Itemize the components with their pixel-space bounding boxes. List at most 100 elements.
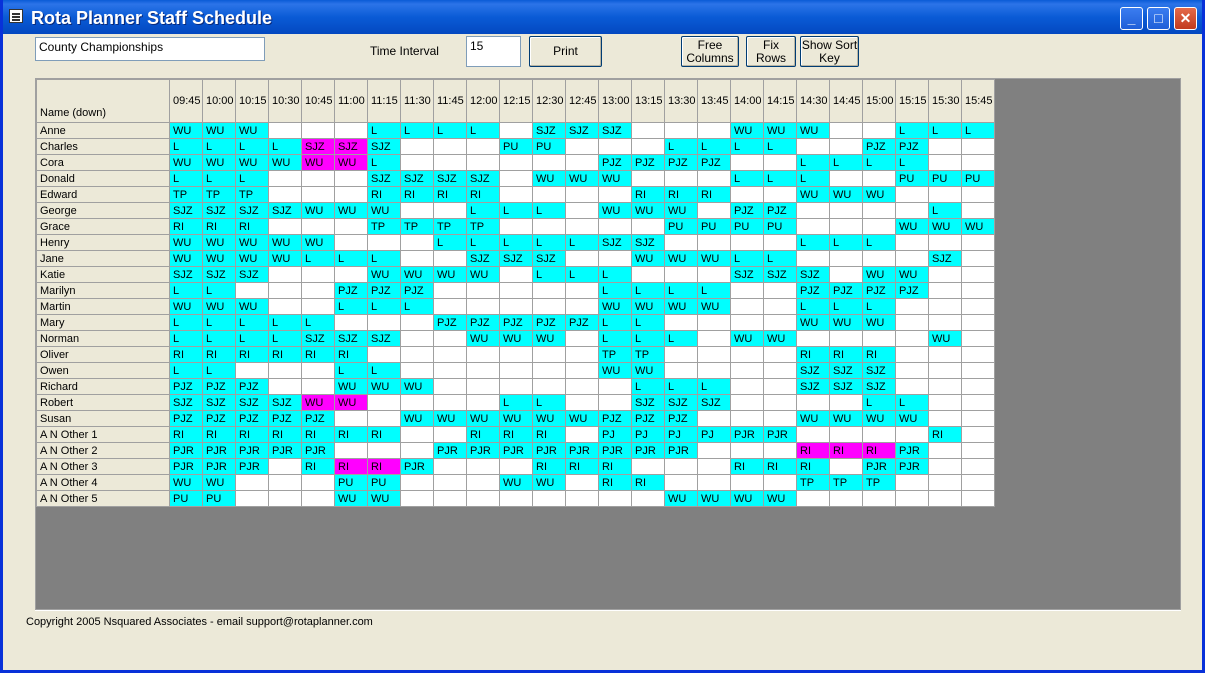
staff-name[interactable]: Henry (36, 234, 170, 251)
schedule-cell[interactable]: L (697, 282, 731, 299)
schedule-cell[interactable]: PJR (895, 442, 929, 459)
time-column-header[interactable]: 12:30 (532, 79, 566, 123)
schedule-cell[interactable]: PJR (301, 442, 335, 459)
app-icon[interactable] (9, 9, 23, 23)
schedule-cell[interactable]: WU (334, 378, 368, 395)
schedule-cell[interactable] (400, 394, 434, 411)
schedule-cell[interactable]: L (235, 314, 269, 331)
schedule-cell[interactable]: L (598, 282, 632, 299)
schedule-cell[interactable] (664, 346, 698, 363)
schedule-cell[interactable] (829, 122, 863, 139)
schedule-cell[interactable] (928, 378, 962, 395)
schedule-cell[interactable] (961, 458, 995, 475)
schedule-cell[interactable]: WU (697, 250, 731, 267)
schedule-cell[interactable]: L (235, 330, 269, 347)
schedule-cell[interactable]: SJZ (796, 378, 830, 395)
schedule-cell[interactable]: WU (532, 330, 566, 347)
schedule-cell[interactable]: SJZ (268, 202, 302, 219)
schedule-cell[interactable]: PJZ (664, 410, 698, 427)
schedule-cell[interactable] (499, 122, 533, 139)
schedule-cell[interactable] (433, 298, 467, 315)
schedule-cell[interactable] (961, 346, 995, 363)
schedule-cell[interactable]: L (631, 282, 665, 299)
staff-name[interactable]: Donald (36, 170, 170, 187)
schedule-cell[interactable]: WU (202, 122, 236, 139)
schedule-cell[interactable]: PJR (268, 442, 302, 459)
schedule-cell[interactable]: WU (961, 218, 995, 235)
time-column-header[interactable]: 10:45 (301, 79, 335, 123)
schedule-cell[interactable]: WU (862, 266, 896, 283)
schedule-cell[interactable]: WU (268, 154, 302, 171)
schedule-cell[interactable] (367, 234, 401, 251)
schedule-cell[interactable]: WU (928, 330, 962, 347)
schedule-cell[interactable] (235, 362, 269, 379)
schedule-cell[interactable]: TP (169, 186, 203, 203)
schedule-cell[interactable] (268, 282, 302, 299)
schedule-cell[interactable] (763, 410, 797, 427)
schedule-cell[interactable]: L (367, 250, 401, 267)
schedule-cell[interactable]: WU (862, 186, 896, 203)
schedule-cell[interactable]: RI (235, 346, 269, 363)
schedule-cell[interactable]: RI (235, 426, 269, 443)
schedule-cell[interactable] (631, 170, 665, 187)
schedule-cell[interactable] (433, 154, 467, 171)
schedule-cell[interactable]: PJR (598, 442, 632, 459)
schedule-cell[interactable]: SJZ (400, 170, 434, 187)
schedule-cell[interactable] (829, 250, 863, 267)
schedule-cell[interactable]: RI (697, 186, 731, 203)
schedule-cell[interactable] (334, 314, 368, 331)
schedule-cell[interactable]: WU (400, 378, 434, 395)
schedule-cell[interactable]: L (598, 314, 632, 331)
schedule-cell[interactable]: SJZ (169, 202, 203, 219)
schedule-cell[interactable]: PJZ (400, 282, 434, 299)
schedule-cell[interactable] (334, 122, 368, 139)
schedule-cell[interactable]: PU (169, 490, 203, 507)
schedule-cell[interactable]: WU (928, 218, 962, 235)
event-name-field[interactable]: County Championships (35, 37, 265, 61)
schedule-cell[interactable] (730, 474, 764, 491)
schedule-cell[interactable]: SJZ (697, 394, 731, 411)
time-column-header[interactable]: 11:00 (334, 79, 368, 123)
schedule-cell[interactable] (796, 250, 830, 267)
schedule-cell[interactable] (532, 298, 566, 315)
schedule-cell[interactable]: L (334, 250, 368, 267)
schedule-cell[interactable]: SJZ (433, 170, 467, 187)
schedule-cell[interactable]: WU (235, 298, 269, 315)
schedule-cell[interactable] (334, 234, 368, 251)
schedule-cell[interactable]: RI (334, 346, 368, 363)
schedule-cell[interactable] (400, 250, 434, 267)
schedule-cell[interactable] (532, 186, 566, 203)
schedule-cell[interactable] (532, 362, 566, 379)
schedule-cell[interactable] (367, 394, 401, 411)
schedule-cell[interactable]: L (466, 202, 500, 219)
schedule-cell[interactable]: PJZ (598, 410, 632, 427)
schedule-cell[interactable] (301, 186, 335, 203)
minimize-button[interactable]: _ (1120, 7, 1143, 30)
schedule-cell[interactable] (400, 138, 434, 155)
schedule-cell[interactable] (400, 154, 434, 171)
schedule-cell[interactable]: WU (235, 122, 269, 139)
schedule-cell[interactable]: L (664, 138, 698, 155)
schedule-cell[interactable] (961, 490, 995, 507)
schedule-cell[interactable] (565, 218, 599, 235)
schedule-cell[interactable] (301, 170, 335, 187)
schedule-cell[interactable]: SJZ (631, 234, 665, 251)
schedule-cell[interactable]: WU (631, 250, 665, 267)
schedule-cell[interactable] (334, 266, 368, 283)
schedule-cell[interactable] (268, 458, 302, 475)
time-column-header[interactable]: 11:45 (433, 79, 467, 123)
schedule-cell[interactable] (961, 186, 995, 203)
maximize-button[interactable]: □ (1147, 7, 1170, 30)
schedule-cell[interactable]: L (862, 234, 896, 251)
schedule-cell[interactable]: PU (664, 218, 698, 235)
schedule-cell[interactable]: L (268, 314, 302, 331)
schedule-cell[interactable] (961, 362, 995, 379)
schedule-cell[interactable]: WU (367, 378, 401, 395)
schedule-cell[interactable]: L (895, 122, 929, 139)
schedule-cell[interactable] (664, 314, 698, 331)
schedule-cell[interactable]: L (466, 234, 500, 251)
schedule-cell[interactable] (565, 250, 599, 267)
schedule-cell[interactable]: RI (433, 186, 467, 203)
schedule-cell[interactable] (961, 298, 995, 315)
schedule-cell[interactable]: WU (400, 410, 434, 427)
